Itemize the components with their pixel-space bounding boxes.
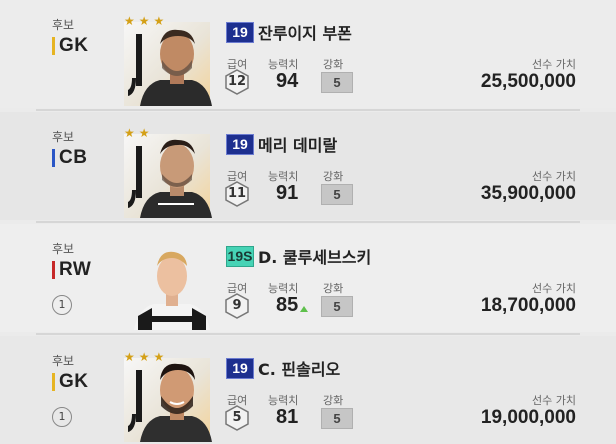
value-label: 선수 가치 (532, 394, 576, 407)
player-value: 25,500,000 (480, 71, 576, 92)
salary-value: 12 (227, 74, 247, 89)
ovr-up-arrow-icon (300, 306, 308, 312)
position-text: GK (59, 371, 89, 392)
position-text: GK (59, 35, 89, 56)
salary-value: 9 (232, 298, 242, 313)
player-value: 19,000,000 (480, 407, 576, 428)
season-badge: 19 (226, 358, 254, 379)
player-name: 잔루이지 부폰 (258, 24, 352, 43)
status-label: 후보 (52, 18, 75, 32)
position-color-bar (52, 37, 55, 55)
position-text: RW (59, 259, 92, 280)
position: RW (52, 259, 92, 280)
player-card[interactable]: ★★ (122, 126, 212, 218)
divider (36, 221, 580, 223)
position-color-bar (52, 373, 55, 391)
player-value: 35,900,000 (480, 183, 576, 204)
position-color-bar (52, 261, 55, 279)
value-label: 선수 가치 (532, 282, 576, 295)
player-card[interactable] (122, 238, 212, 330)
salary-value: 11 (227, 186, 247, 201)
position-color-bar (52, 149, 55, 167)
value-label: 선수 가치 (532, 170, 576, 183)
player-list: 후보 GK ★★★ 19 잔루이지 부폰 급여 능력치 강화 12 94 5 선… (0, 0, 616, 444)
ovr-value: 85 (276, 294, 299, 316)
enhance-label: 강화 (323, 282, 344, 295)
player-face (134, 251, 210, 330)
player-row[interactable]: 후보 CB ★★ 19 메리 데미랄 급여 능력치 강화 11 91 5 선수 … (0, 112, 616, 220)
player-row[interactable]: 후보 GK 1 ★★★ 19 C. 핀솔리오 급여 능력치 강화 5 81 5 … (0, 336, 616, 444)
season-badge: 19S (226, 246, 254, 267)
enhance-label: 강화 (323, 394, 344, 407)
lock-count-badge: 1 (52, 295, 72, 315)
season-badge: 19 (226, 134, 254, 155)
ovr-value: 81 (276, 406, 299, 428)
player-value: 18,700,000 (480, 295, 576, 316)
player-card[interactable]: ★★★ (122, 350, 212, 442)
season-badge: 19 (226, 22, 254, 43)
player-face (140, 139, 212, 218)
position-text: CB (59, 147, 88, 168)
player-row[interactable]: 후보 RW 1 19S D. 쿨루세브스키 급여 능력치 강화 9 85 5 선 (0, 224, 616, 332)
value-label: 선수 가치 (532, 58, 576, 71)
ovr-value: 91 (276, 182, 299, 204)
lock-count-badge: 1 (52, 407, 72, 427)
status-label: 후보 (52, 354, 75, 368)
enhance-badge: 5 (321, 72, 353, 93)
enhance-badge: 5 (321, 296, 353, 317)
position: GK (52, 371, 89, 392)
player-name: D. 쿨루세브스키 (258, 248, 372, 267)
enhance-badge: 5 (321, 408, 353, 429)
enhance-badge: 5 (321, 184, 353, 205)
position: CB (52, 147, 88, 168)
position: GK (52, 35, 89, 56)
player-face (140, 363, 212, 442)
divider (36, 109, 580, 111)
enhance-label: 강화 (323, 58, 344, 71)
ovr-value: 94 (276, 70, 299, 92)
divider (36, 333, 580, 335)
status-label: 후보 (52, 242, 75, 256)
player-card[interactable]: ★★★ (122, 14, 212, 106)
player-row[interactable]: 후보 GK ★★★ 19 잔루이지 부폰 급여 능력치 강화 12 94 5 선… (0, 0, 616, 108)
salary-value: 5 (232, 410, 242, 425)
player-name: C. 핀솔리오 (258, 360, 341, 379)
player-name: 메리 데미랄 (258, 136, 338, 155)
status-label: 후보 (52, 130, 75, 144)
enhance-label: 강화 (323, 170, 344, 183)
player-face (140, 29, 212, 106)
